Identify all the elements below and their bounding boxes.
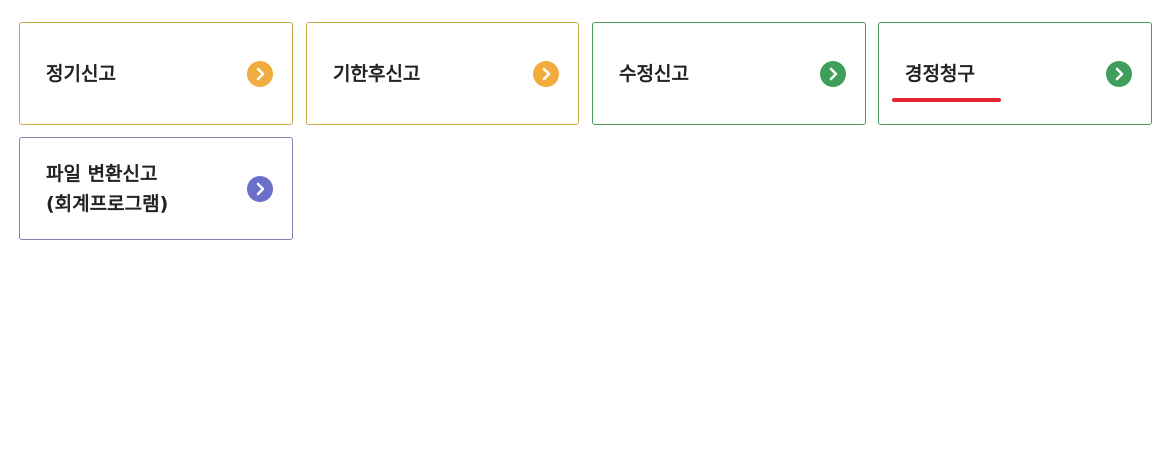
selected-underline bbox=[892, 98, 1001, 102]
card-label: 정기신고 bbox=[46, 62, 116, 85]
card-label: 파일 변환신고 (회계프로그램) bbox=[46, 162, 169, 215]
card-label: 경정청구 bbox=[905, 62, 975, 85]
chevron-right-icon bbox=[247, 175, 273, 202]
card-late-filing[interactable]: 기한후신고 bbox=[306, 22, 579, 125]
card-file-conversion-filing[interactable]: 파일 변환신고 (회계프로그램) bbox=[19, 137, 293, 240]
chevron-right-icon bbox=[247, 60, 273, 87]
card-label: 수정신고 bbox=[619, 62, 689, 85]
card-claim-correction[interactable]: 경정청구 bbox=[878, 22, 1152, 125]
card-amended-filing[interactable]: 수정신고 bbox=[592, 22, 866, 125]
chevron-right-icon bbox=[820, 60, 846, 87]
card-label: 기한후신고 bbox=[333, 62, 421, 85]
chevron-right-icon bbox=[1106, 60, 1132, 87]
chevron-right-icon bbox=[533, 60, 559, 87]
card-regular-filing[interactable]: 정기신고 bbox=[19, 22, 293, 125]
